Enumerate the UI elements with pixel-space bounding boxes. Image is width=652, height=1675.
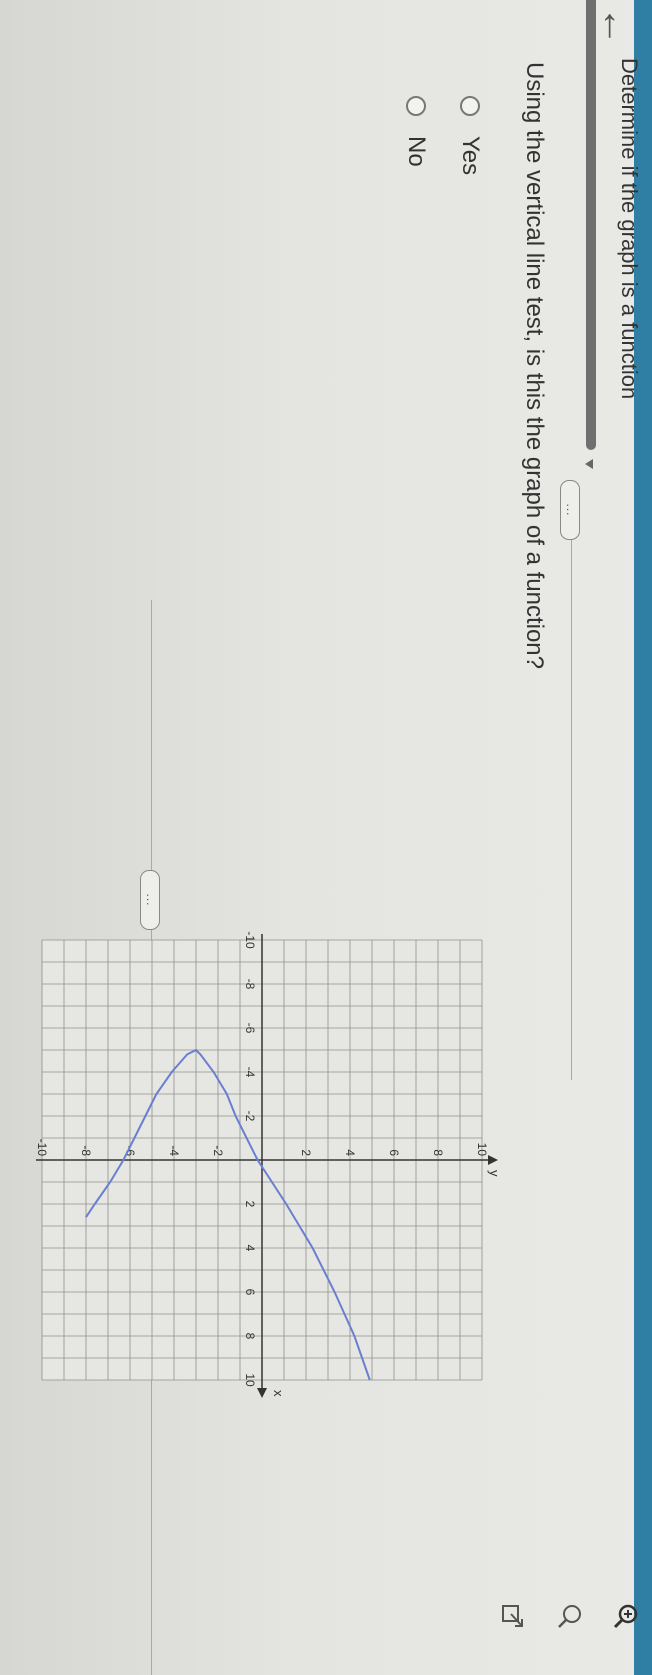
- function-graph: xy-10-8-6-4-2246810108642-2-4-6-8-10: [35, 931, 502, 1398]
- expand-top-button[interactable]: ...: [560, 480, 580, 540]
- x-tick-label: -4: [243, 1067, 257, 1078]
- y-tick-label: -2: [211, 1145, 225, 1156]
- y-axis-label: y: [487, 1170, 502, 1177]
- x-tick-label: -10: [243, 931, 257, 949]
- y-tick-label: -10: [35, 1139, 49, 1157]
- radio-no[interactable]: [406, 96, 426, 116]
- y-tick-label: -4: [167, 1145, 181, 1156]
- x-tick-label: 2: [243, 1201, 257, 1208]
- y-tick-label: 10: [475, 1143, 489, 1157]
- progress-bar: [586, 0, 596, 450]
- y-tick-label: 4: [343, 1149, 357, 1156]
- x-tick-label: -8: [243, 979, 257, 990]
- y-tick-label: 6: [387, 1149, 401, 1156]
- page-title: Determine if the graph is a function: [617, 58, 642, 400]
- zoom-in-icon[interactable]: [610, 1600, 642, 1632]
- x-axis-label: x: [271, 1390, 286, 1397]
- y-axis-arrow-icon: [488, 1155, 498, 1165]
- x-tick-label: 8: [243, 1333, 257, 1340]
- y-tick-label: 2: [299, 1149, 313, 1156]
- option-yes[interactable]: Yes: [456, 96, 484, 175]
- option-yes-label: Yes: [457, 136, 484, 176]
- radio-yes[interactable]: [460, 96, 480, 116]
- x-tick-label: 4: [243, 1245, 257, 1252]
- x-tick-label: 6: [243, 1289, 257, 1296]
- option-no[interactable]: No: [402, 96, 430, 167]
- x-axis-arrow-icon: [257, 1388, 267, 1398]
- search-icon[interactable]: [554, 1600, 586, 1632]
- x-tick-label: 10: [243, 1373, 257, 1387]
- y-tick-label: -8: [79, 1145, 93, 1156]
- question-text: Using the vertical line test, is this th…: [521, 62, 548, 669]
- option-no-label: No: [403, 136, 430, 167]
- x-tick-label: -6: [243, 1023, 257, 1034]
- triangle-icon: [585, 459, 593, 469]
- x-tick-label: -2: [243, 1111, 257, 1122]
- back-arrow-icon[interactable]: ←: [594, 6, 638, 46]
- y-tick-label: 8: [431, 1149, 445, 1156]
- popout-icon[interactable]: [496, 1600, 528, 1632]
- top-divider: [571, 510, 572, 1080]
